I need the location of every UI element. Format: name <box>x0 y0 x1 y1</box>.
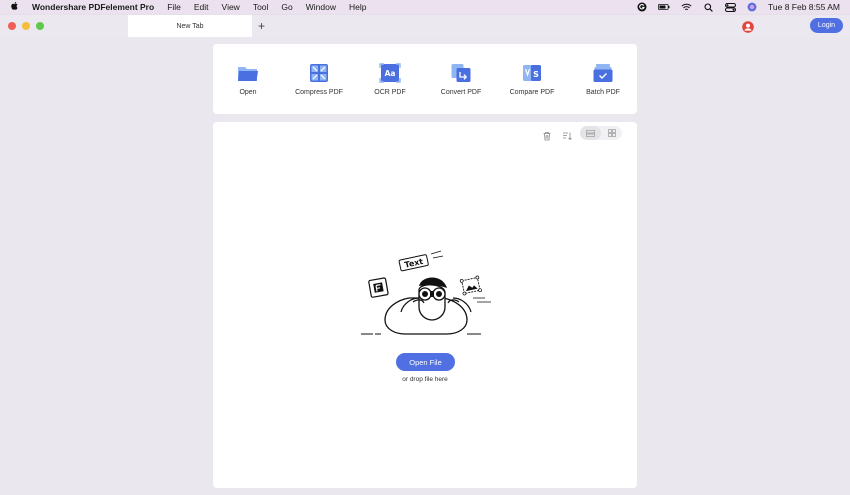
list-view-icon <box>586 129 595 137</box>
maximize-window-button[interactable] <box>36 22 44 30</box>
menu-bar: Wondershare PDFelement Pro File Edit Vie… <box>0 0 850 14</box>
recent-files-panel: Text Open File or drop file here <box>213 122 637 488</box>
compare-icon: S <box>521 63 543 83</box>
open-file-button[interactable]: Open File <box>396 353 455 371</box>
grid-view-button[interactable] <box>601 126 622 140</box>
siri-icon[interactable] <box>746 2 758 12</box>
svg-text:S: S <box>533 70 539 79</box>
tool-open-label: Open <box>239 89 257 96</box>
tool-ocr-label: OCR PDF <box>374 89 406 96</box>
grid-view-icon <box>607 129 616 137</box>
empty-state-illustration: Text <box>361 250 491 335</box>
menu-file[interactable]: File <box>167 2 181 12</box>
tool-compress-pdf[interactable]: Compress PDF <box>284 44 354 114</box>
tool-compare-label: Compare PDF <box>509 89 555 96</box>
tool-convert-label: Convert PDF <box>440 89 482 96</box>
login-button[interactable]: Login <box>810 18 843 33</box>
quick-tools-panel: Open Compress PDF Aa OCR PDF Convert PDF… <box>213 44 637 114</box>
ocr-icon: Aa <box>379 63 401 83</box>
minimize-window-button[interactable] <box>22 22 30 30</box>
sort-icon[interactable] <box>562 128 572 141</box>
apple-icon[interactable] <box>10 1 24 14</box>
control-center-icon[interactable] <box>724 2 736 12</box>
menu-clock[interactable]: Tue 8 Feb 8:55 AM <box>768 2 840 12</box>
window-controls <box>8 22 44 30</box>
app-name-menu[interactable]: Wondershare PDFelement Pro <box>32 2 154 12</box>
tool-ocr-pdf[interactable]: Aa OCR PDF <box>355 44 425 114</box>
menu-help[interactable]: Help <box>349 2 366 12</box>
menu-view[interactable]: View <box>222 2 240 12</box>
menu-tool[interactable]: Tool <box>253 2 269 12</box>
tab-new-tab[interactable]: New Tab <box>128 15 252 37</box>
wifi-icon[interactable] <box>680 2 692 12</box>
menu-go[interactable]: Go <box>281 2 292 12</box>
tool-compare-pdf[interactable]: S Compare PDF <box>497 44 567 114</box>
close-window-button[interactable] <box>8 22 16 30</box>
list-view-button[interactable] <box>580 126 601 140</box>
menu-edit[interactable]: Edit <box>194 2 209 12</box>
view-mode-toggle <box>580 126 622 140</box>
tool-compress-label: Compress PDF <box>295 89 343 96</box>
app-window: New Tab + Login Open Compress PDF Aa OCR… <box>0 15 850 495</box>
new-tab-button[interactable]: + <box>258 18 265 34</box>
tool-batch-label: Batch PDF <box>586 89 620 96</box>
convert-icon <box>450 63 472 83</box>
batch-icon <box>592 63 614 83</box>
compress-icon <box>308 63 330 83</box>
tab-title: New Tab <box>176 22 204 30</box>
tool-open[interactable]: Open <box>213 44 283 114</box>
folder-icon <box>237 63 259 83</box>
grammarly-icon[interactable] <box>636 2 648 12</box>
svg-text:Aa: Aa <box>385 69 396 78</box>
tool-convert-pdf[interactable]: Convert PDF <box>426 44 496 114</box>
drop-hint: or drop file here <box>402 376 448 383</box>
trash-icon[interactable] <box>542 128 552 141</box>
menu-window[interactable]: Window <box>306 2 336 12</box>
spotlight-search-icon[interactable] <box>702 2 714 12</box>
tool-batch-pdf[interactable]: Batch PDF <box>568 44 638 114</box>
user-avatar-icon[interactable] <box>742 20 754 33</box>
battery-icon[interactable] <box>658 2 670 12</box>
